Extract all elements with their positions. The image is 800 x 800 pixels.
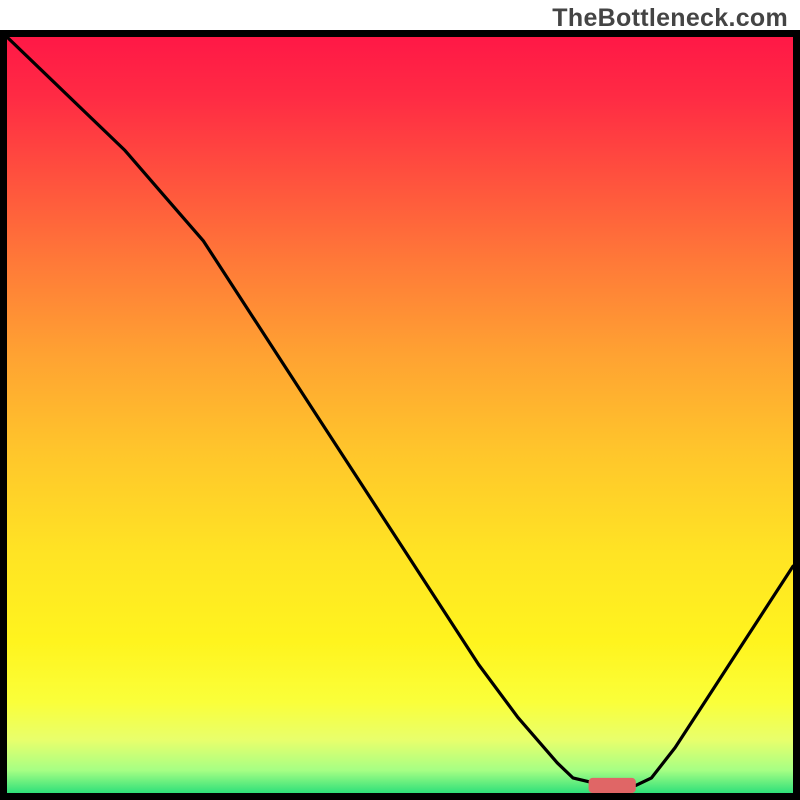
optimal-marker [589, 778, 636, 793]
chart-svg [0, 0, 800, 800]
bottleneck-chart: TheBottleneck.com [0, 0, 800, 800]
watermark-text: TheBottleneck.com [552, 4, 788, 33]
